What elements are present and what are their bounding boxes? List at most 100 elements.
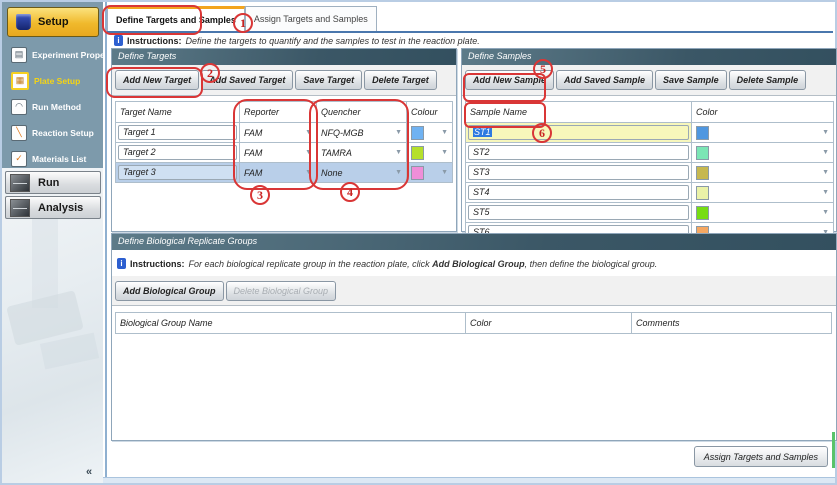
chevron-down-icon: ▼ <box>395 149 402 156</box>
quencher-dropdown-value: NFQ-MGB <box>321 128 364 138</box>
sample-name-field[interactable]: ST5 <box>468 205 689 220</box>
colour-cell: ▼ <box>407 143 453 163</box>
col-biological-group-name: Biological Group Name <box>116 313 466 334</box>
info-icon: i <box>114 35 123 46</box>
sample-color-dropdown[interactable]: ▼ <box>694 146 831 160</box>
quencher-dropdown[interactable]: None▼ <box>319 168 404 178</box>
add-saved-sample-button[interactable]: Add Saved Sample <box>556 70 653 90</box>
targets-toolbar: Add New Target Add Saved Target Save Tar… <box>112 65 456 96</box>
sample-row: ST2 ▼ <box>466 143 834 163</box>
main-content: Define Targets and Samples Assign Target… <box>105 2 833 483</box>
target-name-field[interactable]: Target 2 <box>118 145 237 160</box>
reporter-dropdown-value: FAM <box>244 128 262 138</box>
save-target-button[interactable]: Save Target <box>295 70 362 90</box>
sample-name-field[interactable]: ST4 <box>468 185 689 200</box>
chevron-down-icon: ▼ <box>395 129 402 136</box>
add-biological-group-button[interactable]: Add Biological Group <box>115 281 224 301</box>
chevron-down-icon: ▼ <box>822 209 829 216</box>
biological-groups-panel: Define Biological Replicate Groups i Ins… <box>111 233 837 441</box>
col-target-name: Target Name <box>116 102 240 123</box>
target-row: Target 2 FAM▼ TAMRA ▼ ▼ <box>116 143 453 163</box>
sample-color-dropdown[interactable]: ▼ <box>694 206 831 220</box>
delete-target-button[interactable]: Delete Target <box>364 70 437 90</box>
sample-row: ST5 ▼ <box>466 203 834 223</box>
assign-targets-and-samples-button[interactable]: Assign Targets and Samples <box>694 446 828 467</box>
sidebar-item-materials-list[interactable]: ✓Materials List <box>2 146 103 172</box>
col-comments: Comments <box>632 313 832 334</box>
target-name-cell: Target 2 <box>116 143 240 163</box>
sample-name-field[interactable]: ST1 <box>468 125 689 140</box>
chevron-down-icon: ▼ <box>822 149 829 156</box>
chevron-down-icon: ▼ <box>305 129 312 136</box>
sidebar-item-label: Reaction Setup <box>32 128 94 138</box>
delete-sample-button[interactable]: Delete Sample <box>729 70 807 90</box>
sidebar-item-plate-setup[interactable]: ▦Plate Setup <box>2 68 103 94</box>
define-samples-panel: Define Samples Add New Sample Add Saved … <box>461 48 837 232</box>
chevron-down-icon: ▼ <box>441 149 448 156</box>
bio-instructions-label: Instructions: <box>130 259 185 269</box>
sample-name-field[interactable]: ST3 <box>468 165 689 180</box>
analysis-section-label: Analysis <box>38 202 83 214</box>
delete-biological-group-button[interactable]: Delete Biological Group <box>226 281 337 301</box>
run-section-button[interactable]: Run <box>5 171 101 194</box>
sample-color-cell: ▼ <box>692 143 834 163</box>
targets-table: Target Name Reporter Quencher Colour Tar… <box>115 101 453 183</box>
sidebar-item-reaction-setup[interactable]: ╲Reaction Setup <box>2 120 103 146</box>
col-sample-name: Sample Name <box>466 102 692 123</box>
sample-color-cell: ▼ <box>692 123 834 143</box>
window-resize-accent <box>832 432 835 468</box>
reporter-dropdown[interactable]: FAM▼ <box>242 168 314 178</box>
instrument-icon <box>16 14 31 30</box>
quencher-dropdown-cell: None▼ <box>317 163 407 183</box>
target-name-field[interactable]: Target 3 <box>118 165 237 180</box>
colour-swatch <box>411 146 424 160</box>
sample-color-dropdown[interactable]: ▼ <box>694 126 831 140</box>
sample-name-text: ST4 <box>473 187 490 197</box>
sample-row: ST3 ▼ <box>466 163 834 183</box>
chevron-down-icon: ▼ <box>441 169 448 176</box>
sample-color-cell: ▼ <box>692 203 834 223</box>
target-name-field[interactable]: Target 1 <box>118 125 237 140</box>
chevron-down-icon: ▼ <box>441 129 448 136</box>
reporter-dropdown[interactable]: FAM▼ <box>242 148 314 158</box>
colour-dropdown[interactable]: ▼ <box>409 126 450 140</box>
application-window: Setup ▤Experiment Prope...▦Plate Setup◠R… <box>0 0 837 485</box>
sample-color-dropdown[interactable]: ▼ <box>694 186 831 200</box>
sample-color-dropdown[interactable]: ▼ <box>694 166 831 180</box>
colour-dropdown[interactable]: ▼ <box>409 166 450 180</box>
tab-assign-targets-and-samples[interactable]: Assign Targets and Samples <box>245 6 377 31</box>
target-row: Target 3 FAM▼ None▼ ▼ <box>116 163 453 183</box>
sidebar-item-label: Plate Setup <box>34 76 80 86</box>
add-new-target-button[interactable]: Add New Target <box>115 70 199 90</box>
sample-color-swatch <box>696 146 709 160</box>
add-new-sample-button[interactable]: Add New Sample <box>465 70 554 90</box>
analysis-section-button[interactable]: Analysis <box>5 196 101 219</box>
add-saved-target-button[interactable]: Add Saved Target <box>201 70 293 90</box>
sample-color-swatch <box>696 166 709 180</box>
sample-name-cell: ST5 <box>466 203 692 223</box>
setup-section-button[interactable]: Setup <box>7 7 99 37</box>
reporter-dropdown-value: FAM <box>244 168 262 178</box>
save-sample-button[interactable]: Save Sample <box>655 70 727 90</box>
sample-color-cell: ▼ <box>692 183 834 203</box>
chevron-down-icon: ▼ <box>822 189 829 196</box>
collapse-sidebar-icon[interactable]: « <box>86 466 92 478</box>
sample-name-field[interactable]: ST2 <box>468 145 689 160</box>
sample-color-cell: ▼ <box>692 163 834 183</box>
quencher-dropdown[interactable]: NFQ-MGB ▼ <box>319 128 404 138</box>
run-section-label: Run <box>38 177 59 189</box>
reporter-dropdown-cell: FAM▼ <box>240 163 317 183</box>
sample-row: ST1 ▼ <box>466 123 834 143</box>
sidebar-item-run-method[interactable]: ◠Run Method <box>2 94 103 120</box>
quencher-dropdown-value: TAMRA <box>321 148 352 158</box>
reporter-dropdown[interactable]: FAM ▼ <box>242 128 314 138</box>
colour-dropdown[interactable]: ▼ <box>409 146 450 160</box>
colour-cell: ▼ <box>407 123 453 143</box>
quencher-dropdown[interactable]: TAMRA ▼ <box>319 148 404 158</box>
tab-define-targets-and-samples[interactable]: Define Targets and Samples <box>107 6 245 31</box>
targets-header-row: Target Name Reporter Quencher Colour <box>116 102 453 123</box>
sidebar-item-label: Run Method <box>32 102 81 112</box>
samples-header-row: Sample Name Color <box>466 102 834 123</box>
sidebar-item-experiment-properties[interactable]: ▤Experiment Prope... <box>2 42 103 68</box>
tab-underline <box>107 31 833 33</box>
